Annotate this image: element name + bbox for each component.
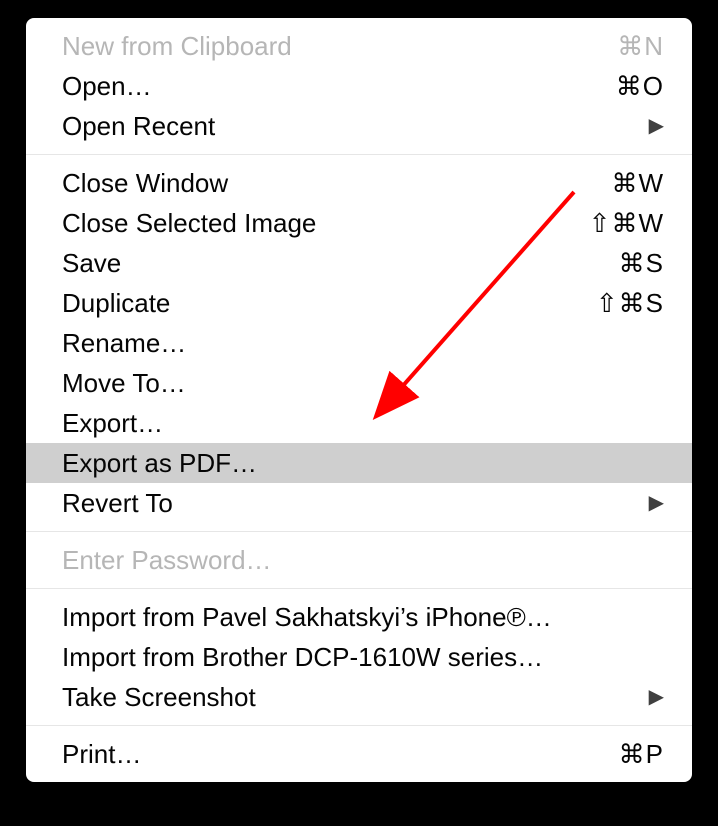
menu-item-shortcut: ⇧⌘S [596,285,664,321]
menu-item-export-as-pdf[interactable]: Export as PDF… [26,443,692,483]
submenu-arrow-icon: ▶ [649,679,664,715]
menu-separator [26,154,692,155]
menu-separator [26,725,692,726]
menu-item-label: Open Recent [62,108,649,144]
menu-item-label: Save [62,245,619,281]
menu-item-label: Export as PDF… [62,445,664,481]
menu-item-label: Open… [62,68,616,104]
menu-item-shortcut: ⌘P [619,736,664,772]
menu-item-label: Close Window [62,165,611,201]
menu-item-enter-password: Enter Password… [26,540,692,580]
submenu-arrow-icon: ▶ [649,108,664,144]
context-menu: New from Clipboard⌘NOpen…⌘OOpen Recent▶C… [26,18,692,782]
menu-item-export[interactable]: Export… [26,403,692,443]
menu-item-open-recent[interactable]: Open Recent▶ [26,106,692,146]
menu-item-shortcut: ⌘W [611,165,664,201]
menu-item-label: Take Screenshot [62,679,649,715]
menu-item-take-screenshot[interactable]: Take Screenshot▶ [26,677,692,717]
menu-item-label: Close Selected Image [62,205,589,241]
menu-separator [26,531,692,532]
menu-item-label: Print… [62,736,619,772]
menu-item-label: Import from Pavel Sakhatskyi’s iPhone℗… [62,599,664,635]
menu-item-import-from-iphone[interactable]: Import from Pavel Sakhatskyi’s iPhone℗… [26,597,692,637]
menu-item-save[interactable]: Save⌘S [26,243,692,283]
menu-item-label: Export… [62,405,664,441]
menu-item-shortcut: ⌘S [619,245,664,281]
menu-item-label: Import from Brother DCP-1610W series… [62,639,664,675]
menu-item-label: Enter Password… [62,542,664,578]
menu-item-revert-to[interactable]: Revert To▶ [26,483,692,523]
menu-item-move-to[interactable]: Move To… [26,363,692,403]
menu-item-close-selected-image[interactable]: Close Selected Image⇧⌘W [26,203,692,243]
menu-item-close-window[interactable]: Close Window⌘W [26,163,692,203]
menu-item-open[interactable]: Open…⌘O [26,66,692,106]
menu-item-shortcut: ⌘O [616,68,664,104]
menu-item-label: Rename… [62,325,664,361]
menu-item-shortcut: ⇧⌘W [589,205,664,241]
menu-item-duplicate[interactable]: Duplicate⇧⌘S [26,283,692,323]
menu-item-label: New from Clipboard [62,28,617,64]
menu-item-rename[interactable]: Rename… [26,323,692,363]
menu-item-label: Move To… [62,365,664,401]
menu-item-print[interactable]: Print…⌘P [26,734,692,774]
menu-separator [26,588,692,589]
menu-item-shortcut: ⌘N [617,28,664,64]
submenu-arrow-icon: ▶ [649,485,664,521]
menu-item-label: Duplicate [62,285,596,321]
menu-item-label: Revert To [62,485,649,521]
menu-item-new-from-clipboard: New from Clipboard⌘N [26,26,692,66]
menu-item-import-from-brother[interactable]: Import from Brother DCP-1610W series… [26,637,692,677]
